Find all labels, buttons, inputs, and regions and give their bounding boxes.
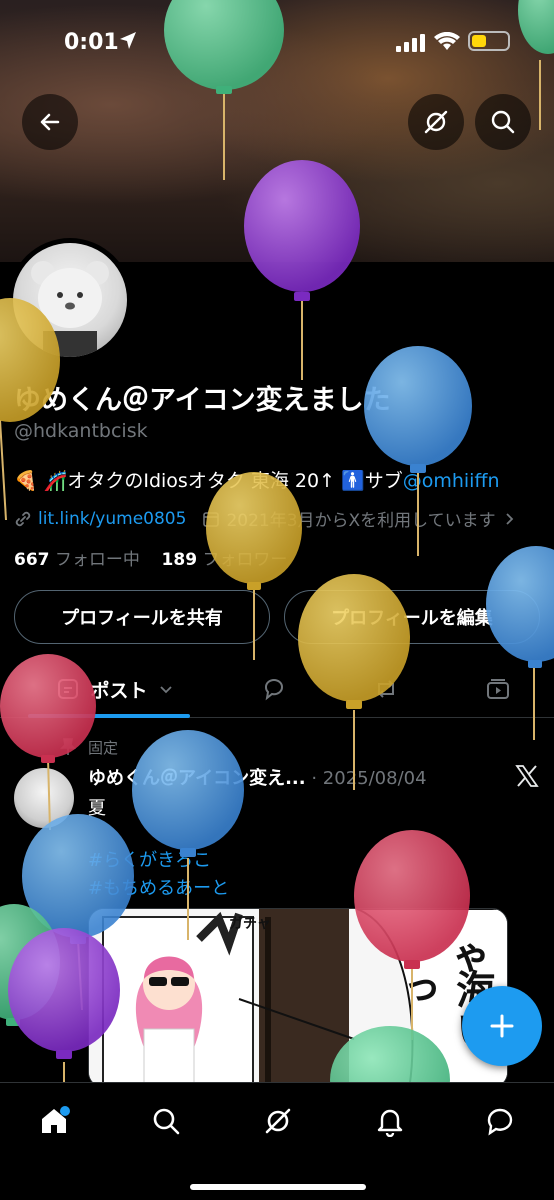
post-icon (58, 679, 79, 699)
search-icon (491, 110, 515, 134)
plus-icon (490, 1014, 514, 1038)
chevron-down-icon (159, 686, 172, 694)
tab-posts-label: ポスト (90, 679, 148, 702)
balloon (0, 904, 60, 1026)
wifi-icon (434, 32, 460, 50)
status-time: 0:01 (64, 30, 119, 55)
post-author-name[interactable]: ゆめくん＠アイコン変え... (88, 768, 306, 789)
compose-button[interactable] (462, 986, 542, 1066)
cellular-signal-icon (396, 34, 425, 52)
pinned-label: 固定 (88, 739, 119, 757)
share-profile-label: プロフィールを共有 (61, 608, 223, 629)
followers-label: フォロワー (202, 550, 288, 570)
post-date: · 2025/08/04 (311, 768, 427, 789)
edit-profile-button[interactable]: プロフィールを編集 (284, 590, 540, 644)
battery-icon (468, 31, 510, 51)
tab-posts[interactable]: ポスト (40, 660, 190, 718)
grok-icon (265, 1108, 291, 1134)
nav-home[interactable] (34, 1101, 74, 1141)
user-handle: @hdkantbcisk (14, 420, 148, 442)
sfx-text: ガチャ (229, 916, 271, 932)
followers-link[interactable]: 189 フォロワー (162, 550, 288, 570)
following-count: 667 (14, 550, 50, 570)
tab-replies[interactable] (250, 660, 298, 718)
joined-date: 2021年3月からXを利用しています (226, 511, 496, 531)
followers-count: 189 (161, 550, 198, 570)
tab-media[interactable] (474, 660, 522, 718)
hashtag-link[interactable]: #もちめるあーと (88, 874, 229, 900)
search-icon (153, 1108, 180, 1135)
search-button[interactable] (475, 94, 531, 150)
nav-search[interactable] (146, 1101, 186, 1141)
profile-tabs: ポスト (0, 660, 554, 718)
video-icon (487, 679, 509, 699)
home-icon (42, 1106, 70, 1133)
back-button[interactable] (22, 94, 78, 150)
tab-reposts[interactable] (362, 660, 410, 718)
chat-bubble-icon (487, 1108, 513, 1136)
post-body: 夏 (88, 798, 106, 819)
profile-meta: lit.link/yume0805 2021年3月からXを利用しています (14, 506, 516, 531)
status-bar: 0:01 (0, 0, 554, 84)
share-profile-button[interactable]: プロフィールを共有 (14, 590, 270, 644)
home-indicator (190, 1184, 366, 1190)
following-link[interactable]: 667 フォロー中 (14, 550, 140, 570)
bio-mention-link[interactable]: @omhiiffn (403, 470, 500, 492)
display-name: ゆめくん＠アイコン変えました (14, 385, 391, 416)
edit-profile-label: プロフィールを編集 (331, 608, 493, 629)
arrow-left-icon (40, 113, 60, 131)
bear-mask-image (31, 261, 109, 357)
calendar-icon (203, 511, 220, 527)
bell-icon (377, 1109, 403, 1137)
nav-grok[interactable] (258, 1101, 298, 1141)
active-tab-indicator (28, 714, 190, 718)
profile-avatar[interactable] (8, 238, 132, 362)
chevron-right-icon[interactable] (502, 512, 516, 526)
nav-notifications[interactable] (370, 1101, 410, 1141)
grok-icon (424, 110, 448, 134)
hashtag-link[interactable]: #らくがきろこ (88, 846, 211, 872)
profile-bio: 🍕 🎢オタクのIdiosオタク 東海 20↑ 🚹サブ@omhiiffn (14, 466, 500, 493)
reply-icon (265, 679, 283, 701)
link-icon (15, 511, 31, 526)
profile-link[interactable]: lit.link/yume0805 (38, 509, 186, 529)
post-author-avatar[interactable] (14, 768, 74, 828)
grok-button[interactable] (408, 94, 464, 150)
nav-messages[interactable] (480, 1101, 520, 1141)
repost-icon (378, 680, 394, 698)
post-image[interactable]: ガチャ ろこちゃ 海いっ (88, 908, 508, 1088)
pin-icon (60, 738, 76, 755)
post-header: ゆめくん＠アイコン変え... · 2025/08/04 (88, 764, 427, 790)
follow-stats: 667 フォロー中 189 フォロワー (14, 545, 287, 570)
bottom-navigation (0, 1082, 554, 1200)
location-arrow-icon (120, 32, 136, 49)
x-logo-icon[interactable] (514, 764, 540, 788)
following-label: フォロー中 (54, 550, 140, 570)
bio-text: 🍕 🎢オタクのIdiosオタク 東海 20↑ 🚹サブ (14, 470, 403, 492)
